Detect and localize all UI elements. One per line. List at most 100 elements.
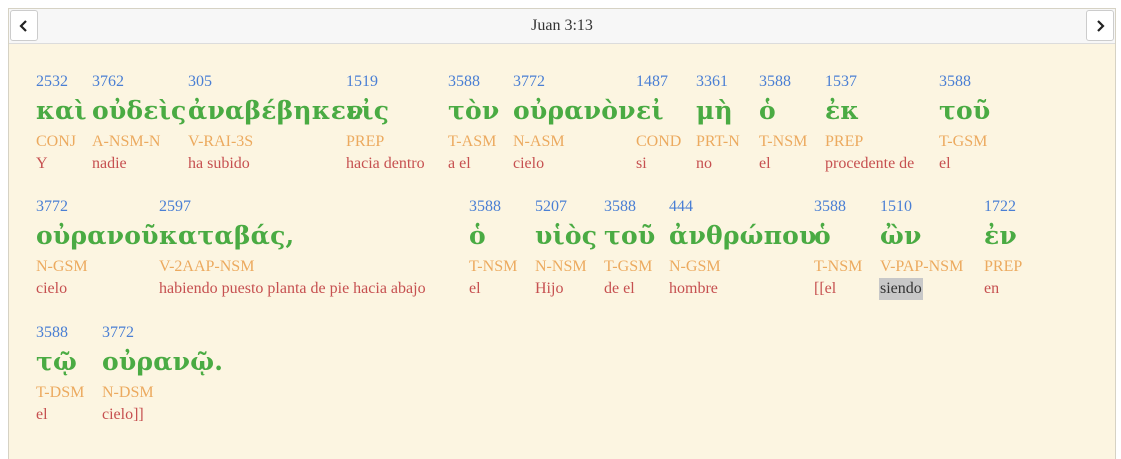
word-column[interactable]: 3588 τῷ T-DSM el xyxy=(36,322,84,426)
greek-word: οὐρανῷ. xyxy=(102,347,224,376)
parsing-code: V-2AAP-NSM xyxy=(159,258,255,275)
word-column[interactable]: 2597 καταβάς, V-2AAP-NSM habiendo puesto pl… xyxy=(159,196,426,300)
word-column[interactable]: 3588 τοῦ T-GSM de el xyxy=(604,196,655,300)
word-column[interactable]: 1487 εἰ COND si xyxy=(636,71,681,175)
word-column[interactable]: 3772 οὐρανὸν N-ASM cielo xyxy=(513,71,636,175)
gloss-text: [[el xyxy=(814,280,837,297)
greek-word: ὁ xyxy=(469,221,486,250)
strongs-number[interactable]: 305 xyxy=(188,71,364,93)
strongs-number[interactable]: 3588 xyxy=(469,196,517,218)
parsing-code: T-NSM xyxy=(469,258,518,275)
greek-word: εἰ xyxy=(636,96,664,125)
verse-title: Juan 3:13 xyxy=(531,17,593,34)
greek-word: οὐρανοῦ xyxy=(36,221,159,250)
parsing-code: T-GSM xyxy=(939,133,988,150)
gloss-text: Y xyxy=(36,155,48,172)
greek-word: μὴ xyxy=(696,96,733,125)
word-column[interactable]: 1510 ὢν V-PAP-NSM siendo xyxy=(879,196,964,300)
word-column[interactable]: 305 ἀναβέβηκεν V-RAI-3S ha subido xyxy=(188,71,364,175)
parsing-code: N-GSM xyxy=(36,258,88,275)
greek-word: ἀνθρώπου xyxy=(669,221,817,250)
word-column[interactable]: 3588 ὁ T-NSM el xyxy=(469,196,517,300)
greek-word: καὶ xyxy=(36,96,87,125)
gloss-text: nadie xyxy=(92,155,127,172)
parsing-code: PREP xyxy=(825,133,864,150)
strongs-number[interactable]: 3588 xyxy=(448,71,499,93)
strongs-number[interactable]: 1519 xyxy=(346,71,425,93)
gloss-text: el xyxy=(939,155,951,172)
gloss-text: el xyxy=(759,155,771,172)
greek-word: τὸν xyxy=(448,96,500,125)
strongs-number[interactable]: 444 xyxy=(669,196,817,218)
gloss-text: procedente de xyxy=(825,155,915,172)
gloss-text: hombre xyxy=(669,280,718,297)
parsing-code: T-DSM xyxy=(36,384,85,401)
gloss-text: Hijo xyxy=(535,280,564,297)
strongs-number[interactable]: 5207 xyxy=(535,196,597,218)
strongs-number[interactable]: 3588 xyxy=(604,196,655,218)
greek-word: ἐν xyxy=(984,221,1017,250)
gloss-text: en xyxy=(984,280,1000,297)
word-column[interactable]: 1722 ἐν PREP en xyxy=(984,196,1022,300)
word-column[interactable]: 1537 ἐκ PREP procedente de xyxy=(825,71,914,175)
gloss-text: si xyxy=(636,155,647,172)
greek-word: τοῦ xyxy=(939,96,991,125)
gloss-text: cielo xyxy=(513,155,545,172)
strongs-number[interactable]: 3762 xyxy=(92,71,186,93)
word-column[interactable]: 2532 καὶ CONJ Y xyxy=(36,71,87,175)
gloss-text: de el xyxy=(604,280,635,297)
greek-word: οὐρανὸν xyxy=(513,96,636,125)
strongs-number[interactable]: 3772 xyxy=(36,196,159,218)
word-column[interactable]: 3361 μὴ PRT-N no xyxy=(696,71,740,175)
word-column[interactable]: 3762 οὐδεὶς A-NSM-N nadie xyxy=(92,71,186,175)
strongs-number[interactable]: 3588 xyxy=(939,71,990,93)
gloss-text: el xyxy=(36,406,48,423)
greek-word: οὐδεὶς xyxy=(92,96,187,125)
strongs-number[interactable]: 3361 xyxy=(696,71,740,93)
gloss-text: el xyxy=(469,280,481,297)
strongs-number[interactable]: 2532 xyxy=(36,71,87,93)
next-verse-button[interactable] xyxy=(1086,10,1114,41)
strongs-number[interactable]: 3772 xyxy=(513,71,636,93)
word-column[interactable]: 3772 οὐρανοῦ N-GSM cielo xyxy=(36,196,159,300)
parsing-code: T-NSM xyxy=(814,258,863,275)
parsing-code: T-NSM xyxy=(759,133,808,150)
word-column[interactable]: 1519 εἰς PREP hacia dentro xyxy=(346,71,425,175)
strongs-number[interactable]: 3588 xyxy=(759,71,807,93)
word-column[interactable]: 444 ἀνθρώπου N-GSM hombre xyxy=(669,196,817,300)
verse-header: Juan 3:13 xyxy=(9,9,1115,44)
word-column[interactable]: 3588 τὸν T-ASM a el xyxy=(448,71,499,175)
greek-word: ὢν xyxy=(880,221,922,250)
greek-word: ὁ xyxy=(759,96,776,125)
parsing-code: V-PAP-NSM xyxy=(880,258,964,275)
strongs-number[interactable]: 3588 xyxy=(36,322,84,344)
strongs-number[interactable]: 1722 xyxy=(984,196,1022,218)
gloss-text: a el xyxy=(448,155,471,172)
parsing-code: N-DSM xyxy=(102,384,154,401)
parsing-code: N-NSM xyxy=(535,258,587,275)
greek-word: καταβάς, xyxy=(159,221,295,250)
word-column[interactable]: 3772 οὐρανῷ. N-DSM cielo]] xyxy=(102,322,223,426)
strongs-number[interactable]: 1487 xyxy=(636,71,681,93)
strongs-number[interactable]: 2597 xyxy=(159,196,426,218)
greek-word: ἐκ xyxy=(825,96,860,125)
gloss-text: hacia dentro xyxy=(346,155,425,172)
greek-word: τῷ xyxy=(36,347,78,376)
word-column[interactable]: 3588 ὁ T-NSM [[el xyxy=(814,196,862,300)
word-column[interactable]: 5207 υἱὸς N-NSM Hijo xyxy=(535,196,597,300)
greek-word: ἀναβέβηκεν xyxy=(188,96,364,125)
parsing-code: PREP xyxy=(346,133,385,150)
word-column[interactable]: 3588 τοῦ T-GSM el xyxy=(939,71,990,175)
parsing-code: PRT-N xyxy=(696,133,740,150)
strongs-number[interactable]: 3588 xyxy=(814,196,862,218)
greek-word: τοῦ xyxy=(604,221,656,250)
gloss-text: no xyxy=(696,155,712,172)
parsing-code: CONJ xyxy=(36,133,77,150)
strongs-number[interactable]: 1537 xyxy=(825,71,914,93)
strongs-number[interactable]: 3772 xyxy=(102,322,223,344)
parsing-code: A-NSM-N xyxy=(92,133,161,150)
strongs-number[interactable]: 1510 xyxy=(880,196,963,218)
greek-word: υἱὸς xyxy=(535,221,598,250)
interlinear-panel: Juan 3:13 2532 καὶ CONJ Y 3762 οὐδεὶς A-NSM-N n… xyxy=(8,8,1116,459)
word-column[interactable]: 3588 ὁ T-NSM el xyxy=(759,71,807,175)
